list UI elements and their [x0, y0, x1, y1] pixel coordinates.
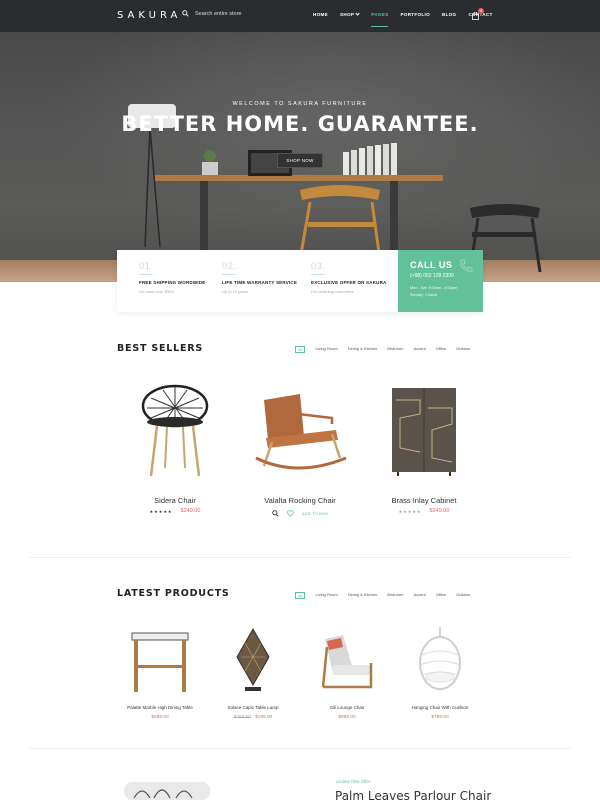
search-bar[interactable] [182, 10, 275, 17]
filter-outdoor[interactable]: Outdoor [456, 592, 470, 599]
product-image-hanging-chair[interactable] [390, 625, 490, 697]
site-logo[interactable]: SAKURA [117, 10, 181, 21]
product-price: $698.00 [338, 715, 356, 720]
product-price: $798.00 [431, 715, 449, 720]
limited-offer-label: Limited Time Offer [336, 779, 371, 784]
product-name[interactable]: Gili Lounge Chair [297, 705, 397, 710]
feature-divider [222, 274, 236, 275]
filter-bedroom[interactable]: Bedroom [387, 592, 403, 599]
featured-product-title[interactable]: Palm Leaves Parlour Chair [335, 789, 491, 800]
product-actions: ADD TO BAG [242, 510, 358, 517]
product-price: $198.00 [255, 715, 273, 720]
search-input[interactable] [195, 10, 275, 17]
hours-sunday: Sunday: Closed [410, 293, 437, 297]
product-name[interactable]: Brass Inlay Cabinet [366, 496, 482, 505]
palm-chair-image[interactable] [124, 778, 210, 800]
hero-title: BETTER HOME. GUARANTEE. [121, 112, 479, 136]
product-name[interactable]: Hanging Chair With Cushion [390, 705, 490, 710]
hero-banner: WELCOME TO SAKURA FURNITURE BETTER HOME.… [0, 32, 600, 282]
feature-warranty: 02. LIFE TIME WARRANTY SERVICE Up to 10 … [222, 261, 307, 294]
product-price-row: $598.00 [110, 715, 210, 720]
wishlist-heart-icon[interactable] [286, 510, 294, 517]
filter-outdoor[interactable]: Outdoor [456, 346, 470, 353]
product-name[interactable]: Solace Capiz Table Lamp [203, 705, 303, 710]
nav-home[interactable]: HOME [313, 12, 328, 17]
nav-label: PORTFOLIO [400, 12, 430, 17]
feature-desc: On order over $500 [139, 289, 174, 294]
hours-weekday: Mon - Sat: 8:00am - 6:00pm [410, 286, 458, 290]
filter-dining-kitchen[interactable]: Dining & Kitchen [348, 592, 378, 599]
nav-label: BLOG [441, 12, 457, 17]
product-price: $249.00 [180, 508, 201, 514]
product-price-row: $698.00 [297, 715, 397, 720]
feature-desc: Up to 10 years [222, 289, 249, 294]
section-divider [30, 748, 570, 749]
hero-subtitle: WELCOME TO SAKURA FURNITURE [232, 101, 368, 107]
cart-count-badge: 0 [478, 8, 484, 14]
filter-accent[interactable]: Accent [414, 592, 426, 599]
filter-bedroom[interactable]: Bedroom [387, 346, 403, 353]
product-image-table-lamp[interactable] [203, 625, 303, 697]
nav-pages[interactable]: PAGES [371, 12, 389, 27]
phone-icon [460, 259, 473, 272]
feature-title: FREE SHIPPING WORDWIDE [139, 280, 206, 285]
nav-shop[interactable]: SHOP [339, 11, 360, 17]
filter-office[interactable]: Office [436, 592, 446, 599]
product-name[interactable]: Sidera Chair [117, 496, 233, 505]
nav-label: PAGES [371, 12, 389, 17]
feature-title: LIFE TIME WARRANTY SERVICE [222, 280, 298, 285]
latest-products-title: LATEST PRODUCTS [117, 588, 230, 599]
feature-exclusive: 03. EXCLUSIVE OFFER ON SAKURA For return… [311, 261, 396, 294]
feature-number: 01. [139, 261, 154, 272]
product-image-valalta-rocking-chair[interactable] [242, 378, 358, 478]
product-old-price: $259.00 [233, 715, 251, 720]
product-name[interactable]: Palatte Marble High Dining Table [110, 705, 210, 710]
nav-label: HOME [313, 12, 328, 17]
cart-icon[interactable] [472, 12, 479, 20]
search-icon[interactable] [182, 10, 189, 17]
product-image-dining-table[interactable] [110, 625, 210, 697]
latest-products-filters: All Living Room Dining & Kitchen Bedroom… [285, 592, 471, 599]
best-sellers-title: BEST SELLERS [117, 343, 204, 354]
shop-now-button[interactable]: SHOP NOW [277, 153, 323, 168]
product-price: $598.00 [151, 715, 169, 720]
section-divider [30, 557, 570, 558]
feature-divider [311, 274, 325, 275]
product-image-lounge-chair[interactable] [297, 625, 397, 697]
filter-living-room[interactable]: Living Room [315, 592, 337, 599]
feature-shipping: 01. FREE SHIPPING WORDWIDE On order over… [139, 261, 224, 294]
filter-dining-kitchen[interactable]: Dining & Kitchen [348, 346, 378, 353]
filter-living-room[interactable]: Living Room [315, 346, 337, 353]
product-price: $249.00 [429, 508, 450, 514]
product-meta: ★★★★★ $249.00 [366, 508, 482, 514]
chevron-down-icon [355, 11, 360, 16]
call-us-hours: Mon - Sat: 8:00am - 6:00pm Sunday: Close… [410, 285, 483, 299]
filter-all[interactable]: All [295, 592, 306, 599]
filter-office[interactable]: Office [436, 346, 446, 353]
call-us-panel: CALL US (+98) 052 128 2300 Mon - Sat: 8:… [398, 250, 483, 312]
nav-blog[interactable]: BLOG [442, 12, 456, 17]
site-header: SAKURA HOME SHOP PAGES PORTFOLIO BLOG CO… [0, 0, 600, 32]
product-meta: ★★★★★ $249.00 [117, 508, 233, 514]
add-to-bag-button[interactable]: ADD TO BAG [302, 511, 329, 516]
filter-all[interactable]: All [295, 346, 306, 353]
filter-accent[interactable]: Accent [414, 346, 426, 353]
product-price-row: $259.00 $198.00 [203, 715, 303, 720]
feature-title: EXCLUSIVE OFFER ON SAKURA [311, 280, 387, 285]
nav-label: SHOP [339, 12, 355, 17]
feature-divider [139, 274, 153, 275]
product-image-sidera-chair[interactable] [117, 378, 233, 478]
product-price-row: $798.00 [390, 715, 490, 720]
feature-number: 02. [222, 261, 237, 272]
nav-portfolio[interactable]: PORTFOLIO [400, 12, 430, 17]
feature-desc: For returning customers [311, 289, 354, 294]
quick-view-icon[interactable] [272, 510, 279, 517]
best-sellers-filters: All Living Room Dining & Kitchen Bedroom… [285, 346, 471, 353]
rating-stars: ★★★★★ [398, 508, 422, 514]
rating-stars: ★★★★★ [149, 508, 173, 514]
product-name[interactable]: Valalta Rocking Chair [242, 496, 358, 505]
product-image-brass-inlay-cabinet[interactable] [366, 378, 482, 478]
features-bar: 01. FREE SHIPPING WORDWIDE On order over… [117, 250, 483, 312]
feature-number: 03. [311, 261, 326, 272]
